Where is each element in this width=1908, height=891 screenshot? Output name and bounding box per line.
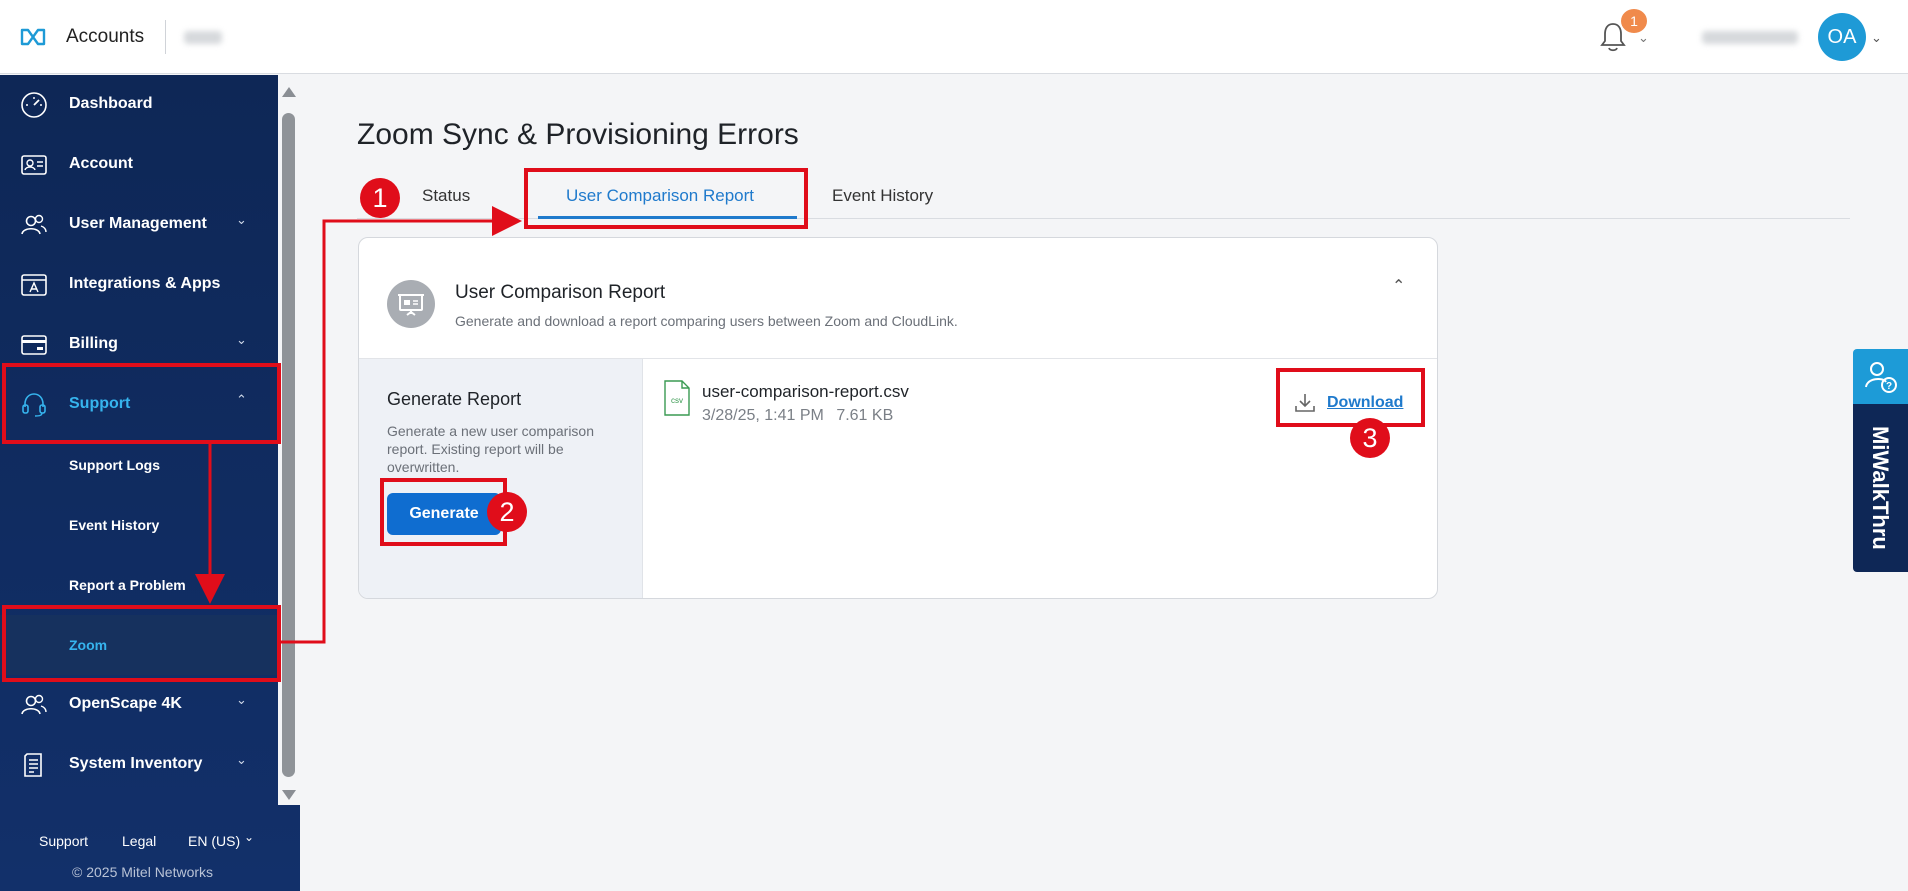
annotation-step-1: 1	[360, 178, 400, 218]
annotation-step-3: 3	[1350, 418, 1390, 458]
annotation-arrows	[195, 206, 522, 644]
arrow-zoom-to-tab	[281, 206, 522, 644]
annotation-step-2: 2	[487, 492, 527, 532]
